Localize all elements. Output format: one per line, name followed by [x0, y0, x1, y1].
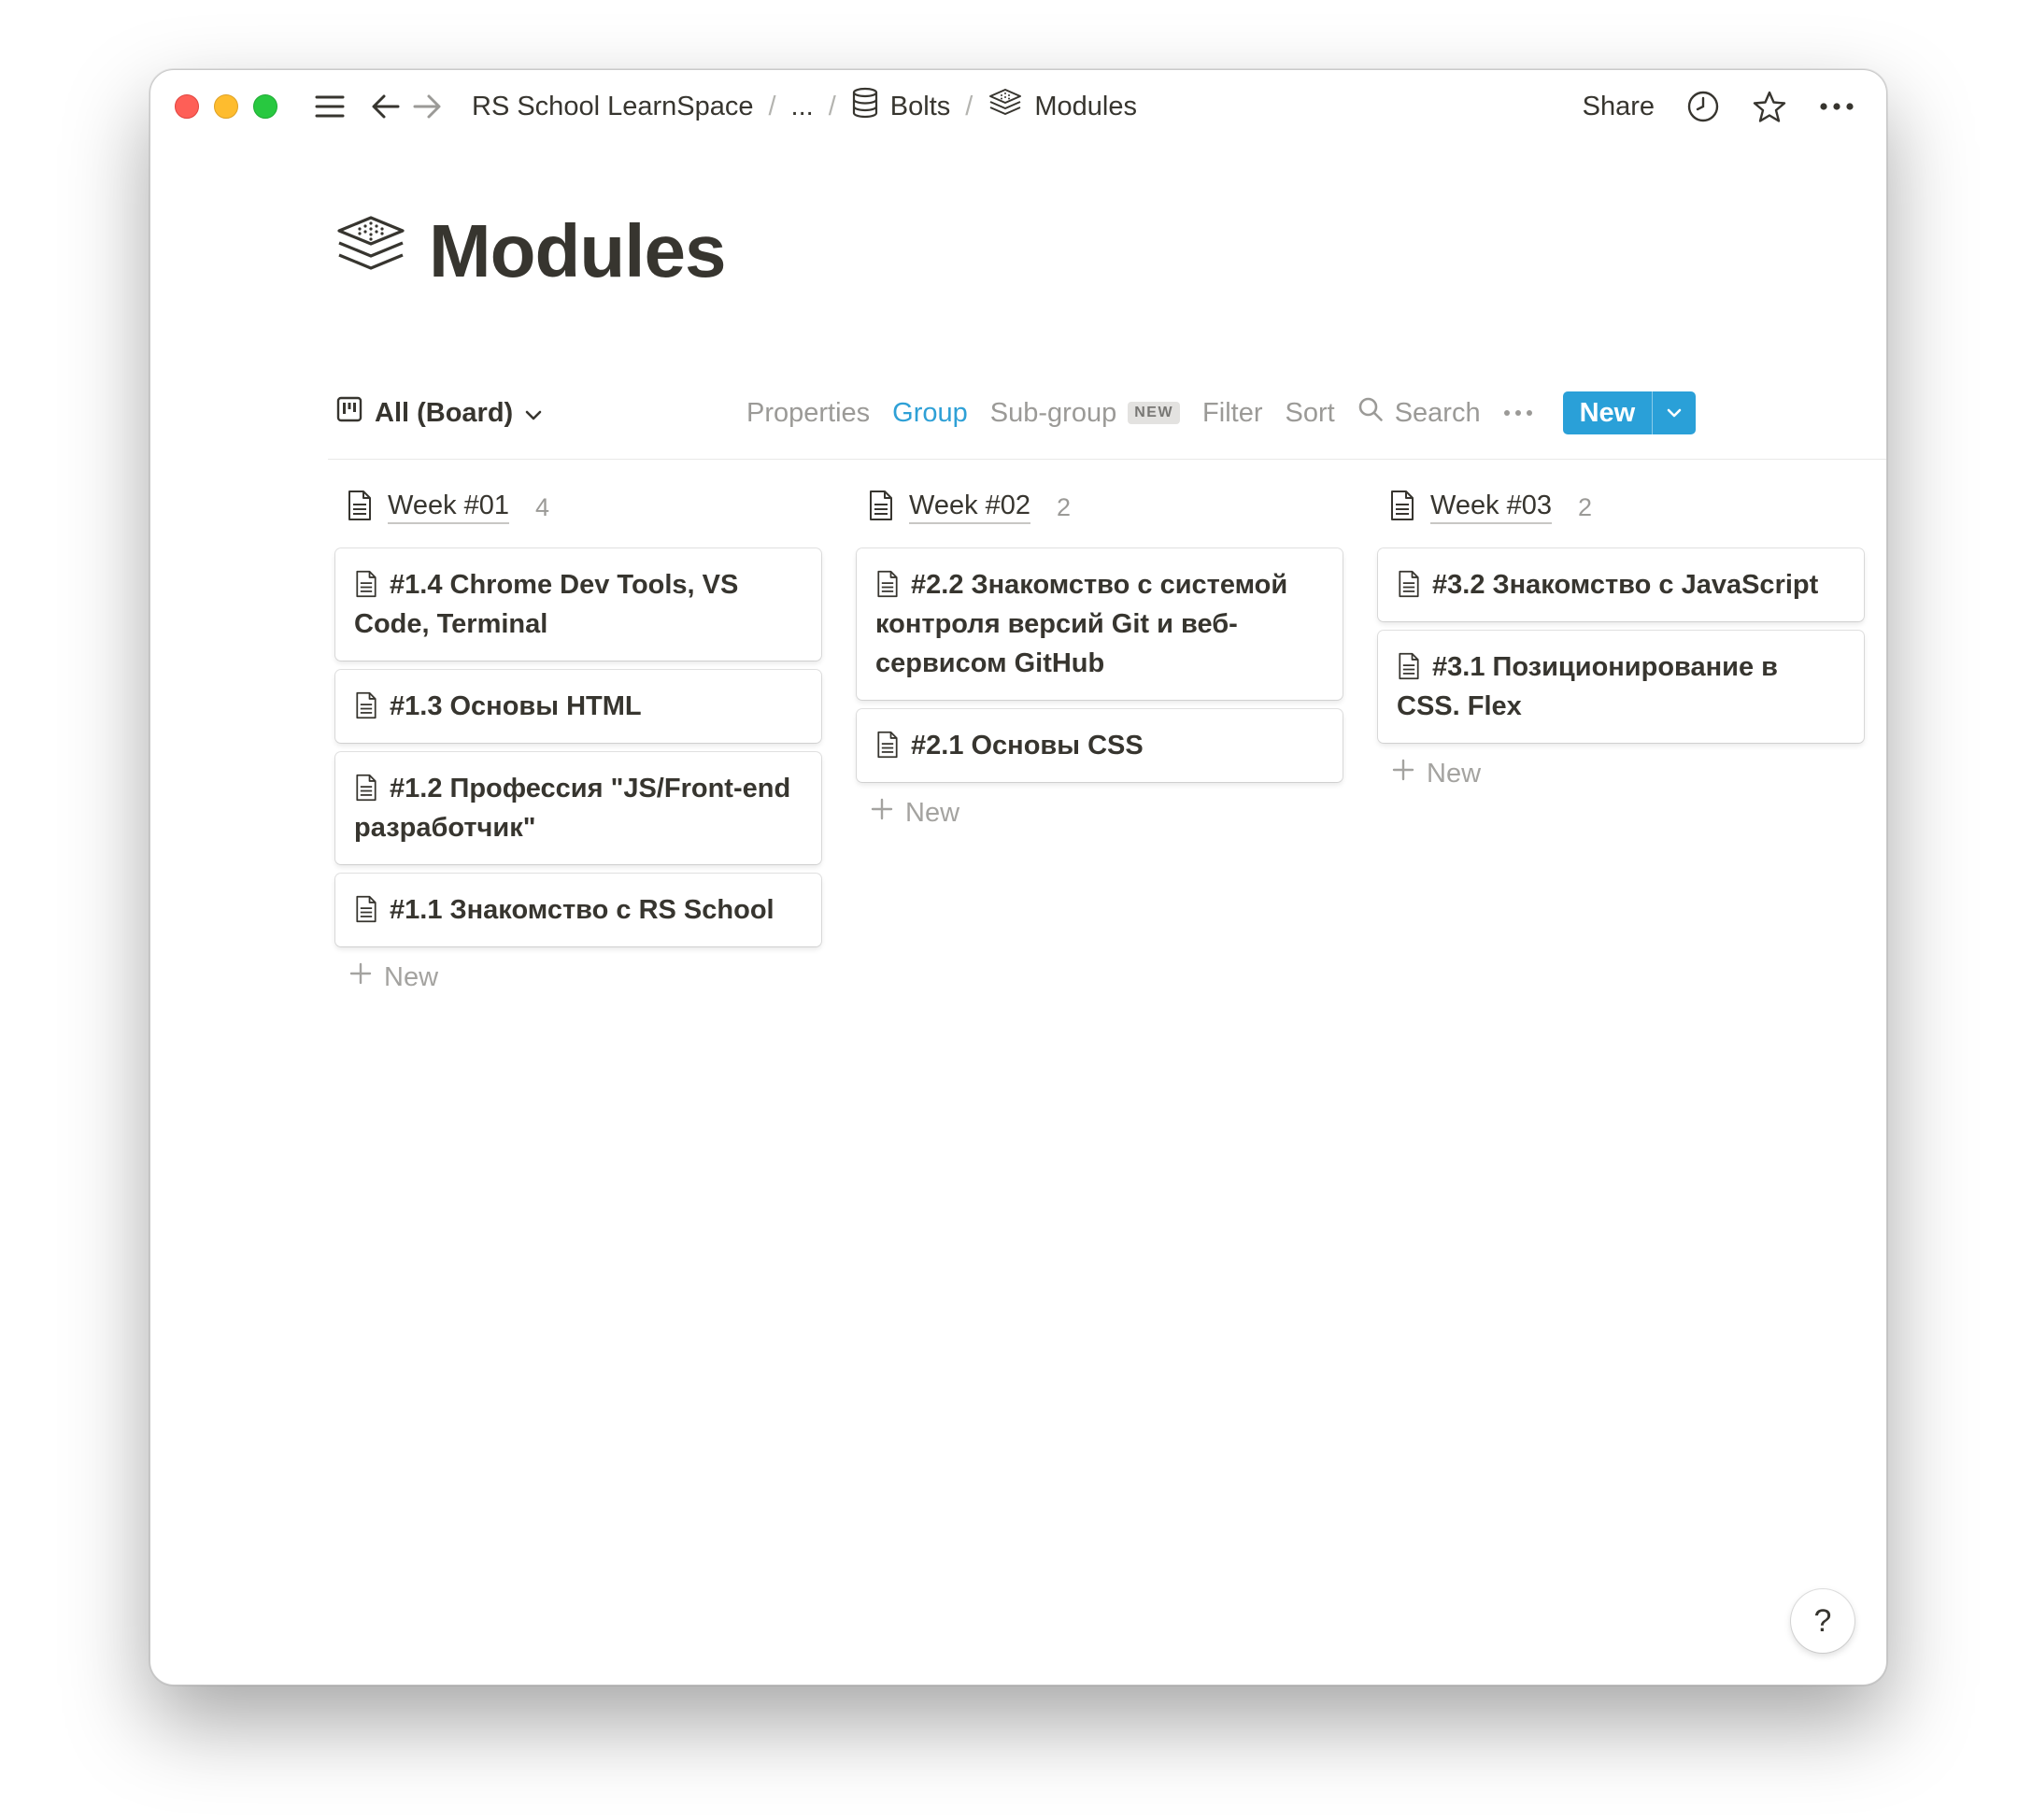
page-icon [1397, 570, 1423, 598]
clock-icon[interactable] [1686, 90, 1720, 123]
board-column: Week #01 4 #1.4 Chrome Dev Tools, VS Cod… [335, 481, 821, 999]
filter-button[interactable]: Filter [1202, 398, 1262, 429]
new-button-group: New [1562, 391, 1697, 434]
search-icon [1357, 396, 1384, 430]
page-icon [1397, 652, 1423, 680]
subgroup-button[interactable]: Sub-group NEW [989, 397, 1181, 429]
page-icon [1389, 490, 1415, 526]
group-button[interactable]: Group [892, 398, 968, 429]
breadcrumb-separator: / [965, 91, 973, 121]
arrow-right-icon[interactable] [410, 90, 444, 123]
board-card[interactable]: #2.2 Знакомство с системой контроля верс… [857, 548, 1343, 700]
page-icon [875, 570, 902, 598]
add-new-card-button[interactable]: New [335, 956, 821, 999]
new-dropdown-button[interactable] [1652, 391, 1696, 434]
page-icon [354, 691, 380, 719]
board-card[interactable]: #3.2 Знакомство с JavaScript [1378, 548, 1864, 621]
window-controls [175, 94, 277, 119]
subgroup-label: Sub-group [989, 397, 1117, 428]
more-options-icon[interactable] [1503, 409, 1533, 417]
view-selector[interactable]: All (Board) [335, 395, 543, 431]
card-title: #1.1 Знакомство с RS School [390, 895, 774, 925]
star-icon[interactable] [1752, 90, 1787, 123]
breadcrumb-workspace[interactable]: RS School LearnSpace [466, 92, 759, 122]
menu-icon[interactable] [313, 90, 347, 123]
breadcrumb-database-label: Bolts [889, 91, 951, 121]
card-title: #2.2 Знакомство с системой контроля верс… [875, 570, 1288, 678]
page-icon [354, 570, 380, 598]
view-actions: Properties Group Sub-group NEW Filter So… [746, 391, 1697, 434]
board-icon [335, 395, 363, 431]
board-card[interactable]: #1.3 Основы HTML [335, 670, 821, 743]
plus-icon [1391, 758, 1415, 789]
column-title: Week #01 [388, 491, 510, 524]
board-card[interactable]: #2.1 Основы CSS [857, 709, 1343, 782]
page-icon [868, 490, 894, 526]
breadcrumb-database[interactable]: Bolts [845, 87, 956, 126]
app-window: RS School LearnSpace / ... / Bolts / Mod… [149, 69, 1887, 1685]
add-new-label: New [384, 961, 439, 992]
board-column: Week #02 2 #2.2 Знакомство с системой ко… [857, 481, 1343, 999]
page-icon [875, 731, 902, 759]
breadcrumb-separator: / [828, 91, 836, 121]
plus-icon [348, 961, 373, 993]
new-badge: NEW [1128, 402, 1181, 424]
help-button[interactable]: ? [1791, 1589, 1854, 1653]
top-bar-actions: Share [1583, 90, 1854, 123]
board-card[interactable]: #1.4 Chrome Dev Tools, VS Code, Terminal [335, 548, 821, 661]
view-toolbar: All (Board) Properties Group Sub-group N… [328, 378, 1886, 460]
board-column: Week #03 2 #3.2 Знакомство с JavaScript … [1378, 481, 1864, 999]
board-card[interactable]: #3.1 Позиционирование в CSS. Flex [1378, 631, 1864, 743]
search-label: Search [1394, 397, 1481, 428]
card-title: #1.3 Основы HTML [390, 691, 642, 721]
top-bar: RS School LearnSpace / ... / Bolts / Mod… [150, 70, 1886, 143]
column-title: Week #03 [1430, 491, 1553, 524]
add-new-label: New [905, 797, 960, 828]
breadcrumb-page[interactable]: Modules [982, 87, 1143, 126]
column-header[interactable]: Week #03 2 [1378, 481, 1864, 533]
more-icon[interactable] [1819, 102, 1854, 111]
page-icon [354, 895, 380, 923]
page-icon [354, 774, 380, 802]
page-title[interactable]: Modules [429, 206, 726, 296]
arrow-left-icon[interactable] [369, 90, 403, 123]
chevron-down-icon [1667, 408, 1682, 418]
plus-icon [870, 797, 894, 829]
add-new-card-button[interactable]: New [1378, 752, 1864, 795]
column-count: 2 [1057, 492, 1072, 521]
column-count: 2 [1578, 492, 1593, 521]
layers-icon [988, 87, 1023, 126]
maximize-window-button[interactable] [253, 94, 277, 119]
breadcrumb-ellipsis[interactable]: ... [786, 92, 819, 122]
view-label: All (Board) [375, 397, 514, 428]
minimize-window-button[interactable] [214, 94, 238, 119]
column-count: 4 [535, 492, 550, 521]
column-header[interactable]: Week #01 4 [335, 481, 821, 533]
breadcrumb-page-label: Modules [1034, 91, 1137, 121]
card-title: #3.2 Знакомство с JavaScript [1432, 570, 1819, 600]
search-button[interactable]: Search [1357, 396, 1481, 430]
column-header[interactable]: Week #02 2 [857, 481, 1343, 533]
add-new-label: New [1427, 758, 1482, 789]
page-icon [347, 490, 373, 526]
board-card[interactable]: #1.2 Профессия "JS/Front-end разработчик… [335, 752, 821, 864]
board: Week #01 4 #1.4 Chrome Dev Tools, VS Cod… [335, 481, 1864, 999]
breadcrumb-separator: / [768, 91, 776, 121]
layers-icon[interactable] [334, 212, 408, 287]
database-icon [851, 87, 879, 126]
share-button[interactable]: Share [1583, 92, 1655, 122]
board-card[interactable]: #1.1 Знакомство с RS School [335, 874, 821, 946]
card-title: #3.1 Позиционирование в CSS. Flex [1397, 652, 1778, 721]
breadcrumb: RS School LearnSpace / ... / Bolts / Mod… [466, 87, 1143, 126]
card-title: #2.1 Основы CSS [911, 731, 1144, 761]
add-new-card-button[interactable]: New [857, 791, 1343, 834]
sort-button[interactable]: Sort [1286, 398, 1335, 429]
chevron-down-icon [524, 398, 543, 429]
card-title: #1.2 Профессия "JS/Front-end разработчик… [354, 774, 791, 843]
card-title: #1.4 Chrome Dev Tools, VS Code, Terminal [354, 570, 739, 639]
new-button[interactable]: New [1563, 391, 1653, 434]
column-title: Week #02 [909, 491, 1031, 524]
close-window-button[interactable] [175, 94, 199, 119]
properties-button[interactable]: Properties [746, 398, 870, 429]
